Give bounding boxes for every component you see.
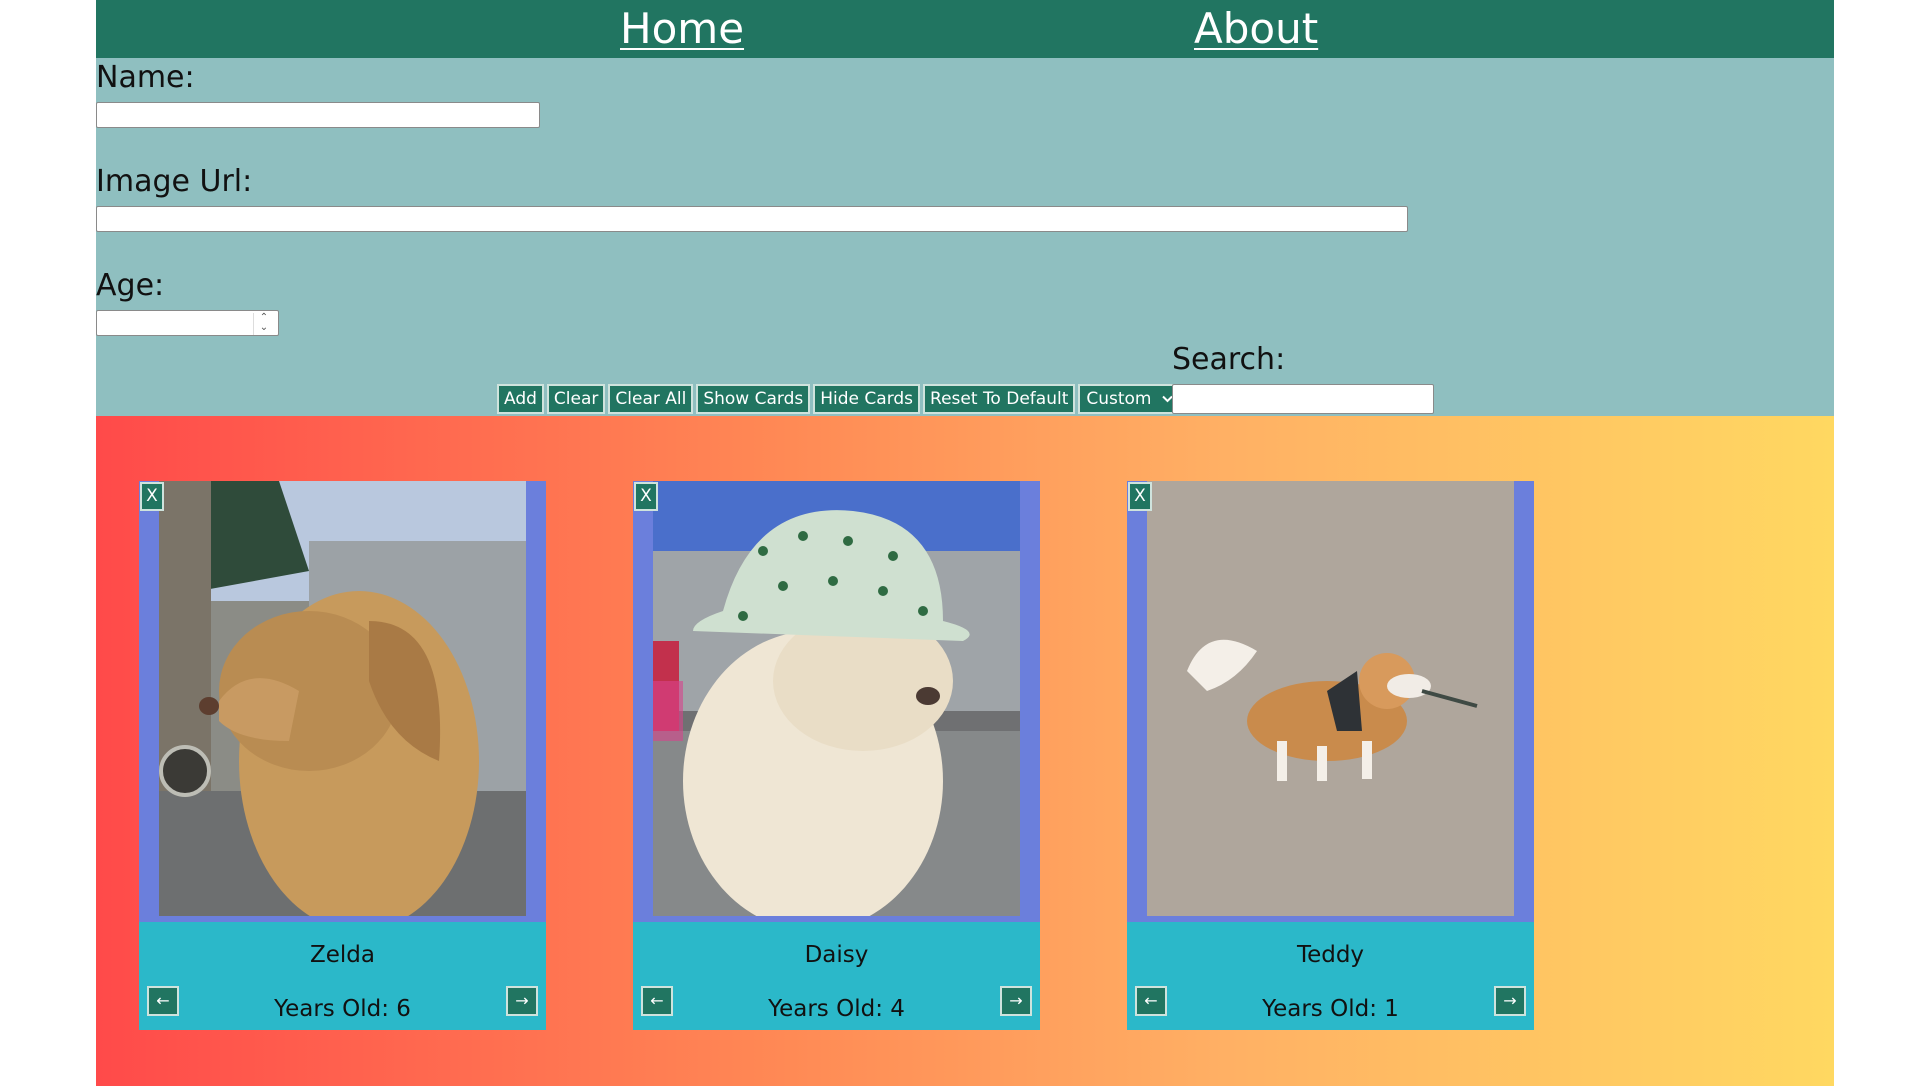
pet-info: Zelda ← Years Old: 6 → bbox=[139, 922, 546, 1030]
clear-all-button[interactable]: Clear All bbox=[608, 384, 694, 414]
remove-card-button[interactable]: X bbox=[634, 482, 658, 511]
dog-photo-image bbox=[159, 481, 526, 916]
name-label: Name: bbox=[96, 60, 195, 95]
age-input[interactable]: ⌃ ⌄ bbox=[96, 310, 279, 336]
reset-default-button[interactable]: Reset To Default bbox=[923, 384, 1076, 414]
pet-card: X bbox=[139, 481, 546, 1030]
hide-cards-button[interactable]: Hide Cards bbox=[813, 384, 921, 414]
pet-photo bbox=[159, 481, 526, 916]
pet-info: Teddy ← Years Old: 1 → bbox=[1127, 922, 1534, 1030]
nav-about-link[interactable]: About bbox=[1194, 0, 1318, 58]
pet-photo bbox=[1147, 481, 1514, 916]
age-label: Age: bbox=[96, 268, 165, 303]
pet-name: Zelda bbox=[310, 942, 375, 968]
app-frame: Home About Name: Image Url: Age: ⌃ ⌄ Add… bbox=[96, 0, 1834, 1086]
age-spinner[interactable]: ⌃ ⌄ bbox=[253, 313, 274, 335]
clear-button[interactable]: Clear bbox=[546, 384, 606, 414]
add-pet-form: Name: Image Url: Age: ⌃ ⌄ Add Clear Clea… bbox=[96, 58, 1834, 416]
remove-card-button[interactable]: X bbox=[1128, 482, 1152, 511]
pet-age: Years Old: 6 bbox=[274, 996, 411, 1022]
pet-age: Years Old: 4 bbox=[768, 996, 905, 1022]
move-right-button[interactable]: → bbox=[1494, 986, 1526, 1016]
add-button[interactable]: Add bbox=[497, 384, 544, 414]
card-gallery: X Zelda ← Years Old: 6 → X Daisy ← Years… bbox=[96, 416, 1834, 1086]
action-toolbar: Add Clear Clear All Show Cards Hide Card… bbox=[497, 384, 1179, 414]
move-right-button[interactable]: → bbox=[1000, 986, 1032, 1016]
pet-card: X bbox=[633, 481, 1040, 1030]
sort-select[interactable]: Custom bbox=[1078, 384, 1179, 414]
spin-down-icon[interactable]: ⌄ bbox=[254, 323, 274, 333]
show-cards-button[interactable]: Show Cards bbox=[696, 384, 811, 414]
search-label: Search: bbox=[1172, 342, 1286, 377]
pet-card: X bbox=[1127, 481, 1534, 1030]
image-url-input[interactable] bbox=[96, 206, 1408, 232]
image-url-label: Image Url: bbox=[96, 164, 253, 199]
pet-image-frame: X bbox=[1127, 481, 1534, 922]
remove-card-button[interactable]: X bbox=[140, 482, 164, 511]
search-input[interactable] bbox=[1172, 384, 1434, 414]
pet-image-frame: X bbox=[633, 481, 1040, 922]
dog-photo-image bbox=[1147, 481, 1514, 916]
dog-photo-image bbox=[653, 481, 1020, 916]
nav-home-link[interactable]: Home bbox=[620, 0, 744, 58]
chevron-down-icon bbox=[1161, 395, 1173, 403]
top-nav: Home About bbox=[96, 0, 1834, 58]
pet-photo bbox=[653, 481, 1020, 916]
pet-image-frame: X bbox=[139, 481, 546, 922]
pet-info: Daisy ← Years Old: 4 → bbox=[633, 922, 1040, 1030]
pet-name: Daisy bbox=[804, 942, 869, 968]
sort-select-value: Custom bbox=[1086, 389, 1152, 409]
name-input[interactable] bbox=[96, 102, 540, 128]
move-right-button[interactable]: → bbox=[506, 986, 538, 1016]
pet-age: Years Old: 1 bbox=[1262, 996, 1399, 1022]
pet-name: Teddy bbox=[1296, 942, 1365, 968]
